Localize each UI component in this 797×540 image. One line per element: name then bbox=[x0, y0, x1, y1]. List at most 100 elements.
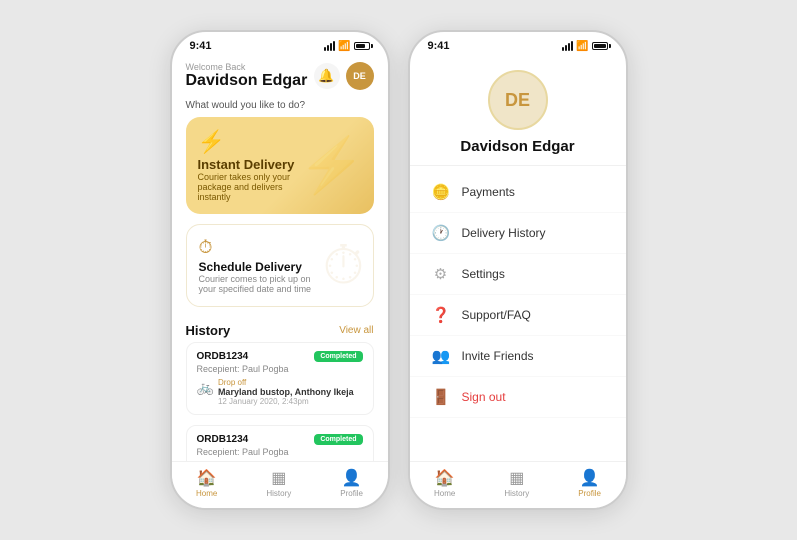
wifi-icon-1: 📶 bbox=[338, 41, 350, 52]
user-info: Welcome Back Davidson Edgar bbox=[186, 62, 308, 90]
home-icon-2: 🏠 bbox=[435, 468, 455, 488]
signal-bars-1 bbox=[324, 41, 335, 51]
notification-bell[interactable]: 🔔 bbox=[314, 63, 340, 89]
phone-2: 9:41 📶 DE Davidson Edgar 🪙 bbox=[408, 30, 628, 510]
battery-fill-1 bbox=[356, 44, 366, 48]
profile-name: Davidson Edgar bbox=[460, 138, 574, 155]
notch-2 bbox=[488, 32, 548, 46]
instant-desc: Courier takes only your package and deli… bbox=[198, 172, 318, 202]
schedule-delivery-card[interactable]: ⏱ Schedule Delivery Courier comes to pic… bbox=[186, 224, 374, 307]
instant-title: Instant Delivery bbox=[198, 157, 362, 172]
battery-icon-1 bbox=[354, 42, 370, 50]
menu-label-support: Support/FAQ bbox=[462, 308, 531, 322]
nav-profile-2[interactable]: 👤 Profile bbox=[578, 468, 601, 498]
order-id-2: ORDB1234 bbox=[197, 434, 249, 445]
wifi-icon-2: 📶 bbox=[576, 41, 588, 52]
user-avatar-lg: DE bbox=[488, 70, 548, 130]
what-label: What would you like to do? bbox=[172, 96, 388, 117]
history-icon-1: ▦ bbox=[271, 468, 286, 488]
nav-profile-1[interactable]: 👤 Profile bbox=[340, 468, 363, 498]
order-row-1: ORDB1234 Completed bbox=[197, 351, 363, 362]
bottom-nav-2: 🏠 Home ▦ History 👤 Profile bbox=[410, 461, 626, 508]
bar-1 bbox=[324, 47, 326, 51]
drop-info-1: Drop off Maryland bustop, Anthony Ikeja … bbox=[218, 378, 363, 406]
bar2-1 bbox=[562, 47, 564, 51]
menu-list: 🪙 Payments 🕐 Delivery History ⚙ Settings… bbox=[410, 166, 626, 424]
delivery-history-icon: 🕐 bbox=[432, 224, 450, 242]
view-all-button[interactable]: View all bbox=[339, 325, 373, 336]
history-item-2[interactable]: ORDB1234 Completed Recepient: Paul Pogba… bbox=[186, 425, 374, 461]
battery-fill-2 bbox=[594, 44, 606, 48]
menu-item-delivery-history[interactable]: 🕐 Delivery History bbox=[410, 213, 626, 254]
history-title: History bbox=[186, 323, 231, 338]
nav-home-label-1: Home bbox=[196, 489, 217, 498]
home-icon-1: 🏠 bbox=[197, 468, 217, 488]
settings-icon: ⚙ bbox=[432, 265, 450, 283]
instant-delivery-card[interactable]: ⚡ Instant Delivery Courier takes only yo… bbox=[186, 117, 374, 214]
bar2-3 bbox=[568, 43, 570, 51]
status-icons-2: 📶 bbox=[562, 41, 607, 52]
drop-date-1: 12 January 2020, 2:43pm bbox=[218, 397, 363, 406]
order-id-1: ORDB1234 bbox=[197, 351, 249, 362]
notch-1 bbox=[250, 32, 310, 46]
header-section: Welcome Back Davidson Edgar 🔔 DE bbox=[172, 54, 388, 96]
battery-icon-2 bbox=[592, 42, 608, 50]
nav-home-2[interactable]: 🏠 Home bbox=[434, 468, 455, 498]
nav-history-1[interactable]: ▦ History bbox=[266, 468, 291, 498]
nav-home-1[interactable]: 🏠 Home bbox=[196, 468, 217, 498]
payments-icon: 🪙 bbox=[432, 183, 450, 201]
menu-item-payments[interactable]: 🪙 Payments bbox=[410, 172, 626, 213]
menu-item-signout[interactable]: 🚪 Sign out bbox=[410, 377, 626, 418]
bar-3 bbox=[330, 43, 332, 51]
welcome-text: Welcome Back bbox=[186, 62, 308, 72]
bottom-nav-1: 🏠 Home ▦ History 👤 Profile bbox=[172, 461, 388, 508]
nav-profile-label-1: Profile bbox=[340, 489, 363, 498]
menu-label-payments: Payments bbox=[462, 185, 515, 199]
nav-history-2[interactable]: ▦ History bbox=[504, 468, 529, 498]
completed-badge-2: Completed bbox=[314, 434, 362, 445]
bike-icon-1: 🚲 bbox=[197, 379, 214, 396]
menu-label-delivery-history: Delivery History bbox=[462, 226, 546, 240]
user-name: Davidson Edgar bbox=[186, 72, 308, 90]
profile-icon-2: 👤 bbox=[580, 468, 600, 488]
invite-icon: 👥 bbox=[432, 347, 450, 365]
bar-4 bbox=[333, 41, 335, 51]
time-2: 9:41 bbox=[428, 40, 450, 52]
user-avatar-sm[interactable]: DE bbox=[346, 62, 374, 90]
bar-2 bbox=[327, 45, 329, 51]
menu-item-settings[interactable]: ⚙ Settings bbox=[410, 254, 626, 295]
schedule-title: Schedule Delivery bbox=[199, 260, 361, 274]
nav-history-label-1: History bbox=[266, 489, 291, 498]
recipient-1: Recepient: Paul Pogba bbox=[197, 364, 363, 374]
schedule-desc: Courier comes to pick up on your specifi… bbox=[199, 274, 329, 294]
recipient-2: Recepient: Paul Pogba bbox=[197, 447, 363, 457]
time-1: 9:41 bbox=[190, 40, 212, 52]
history-icon-2: ▦ bbox=[509, 468, 524, 488]
phones-container: 9:41 📶 Welcome Back bbox=[170, 30, 628, 510]
menu-label-signout: Sign out bbox=[462, 390, 506, 404]
bar2-4 bbox=[571, 41, 573, 51]
history-header: History View all bbox=[172, 317, 388, 342]
nav-profile-label-2: Profile bbox=[578, 489, 601, 498]
signal-bars-2 bbox=[562, 41, 573, 51]
signout-icon: 🚪 bbox=[432, 388, 450, 406]
instant-icon: ⚡ bbox=[198, 129, 362, 155]
completed-badge-1: Completed bbox=[314, 351, 362, 362]
header-row: Welcome Back Davidson Edgar 🔔 DE bbox=[186, 62, 374, 90]
phone-1: 9:41 📶 Welcome Back bbox=[170, 30, 390, 510]
history-item-1[interactable]: ORDB1234 Completed Recepient: Paul Pogba… bbox=[186, 342, 374, 415]
profile-section: DE Davidson Edgar bbox=[410, 54, 626, 166]
nav-home-label-2: Home bbox=[434, 489, 455, 498]
nav-history-label-2: History bbox=[504, 489, 529, 498]
order-row-2: ORDB1234 Completed bbox=[197, 434, 363, 445]
phone1-content: Welcome Back Davidson Edgar 🔔 DE What wo… bbox=[172, 54, 388, 461]
menu-label-settings: Settings bbox=[462, 267, 505, 281]
menu-item-invite[interactable]: 👥 Invite Friends bbox=[410, 336, 626, 377]
profile-icon-1: 👤 bbox=[342, 468, 362, 488]
menu-item-support[interactable]: ❓ Support/FAQ bbox=[410, 295, 626, 336]
schedule-icon: ⏱ bbox=[199, 237, 361, 258]
support-icon: ❓ bbox=[432, 306, 450, 324]
header-icons: 🔔 DE bbox=[314, 62, 374, 90]
menu-label-invite: Invite Friends bbox=[462, 349, 534, 363]
drop-row-1: 🚲 Drop off Maryland bustop, Anthony Ikej… bbox=[197, 378, 363, 406]
